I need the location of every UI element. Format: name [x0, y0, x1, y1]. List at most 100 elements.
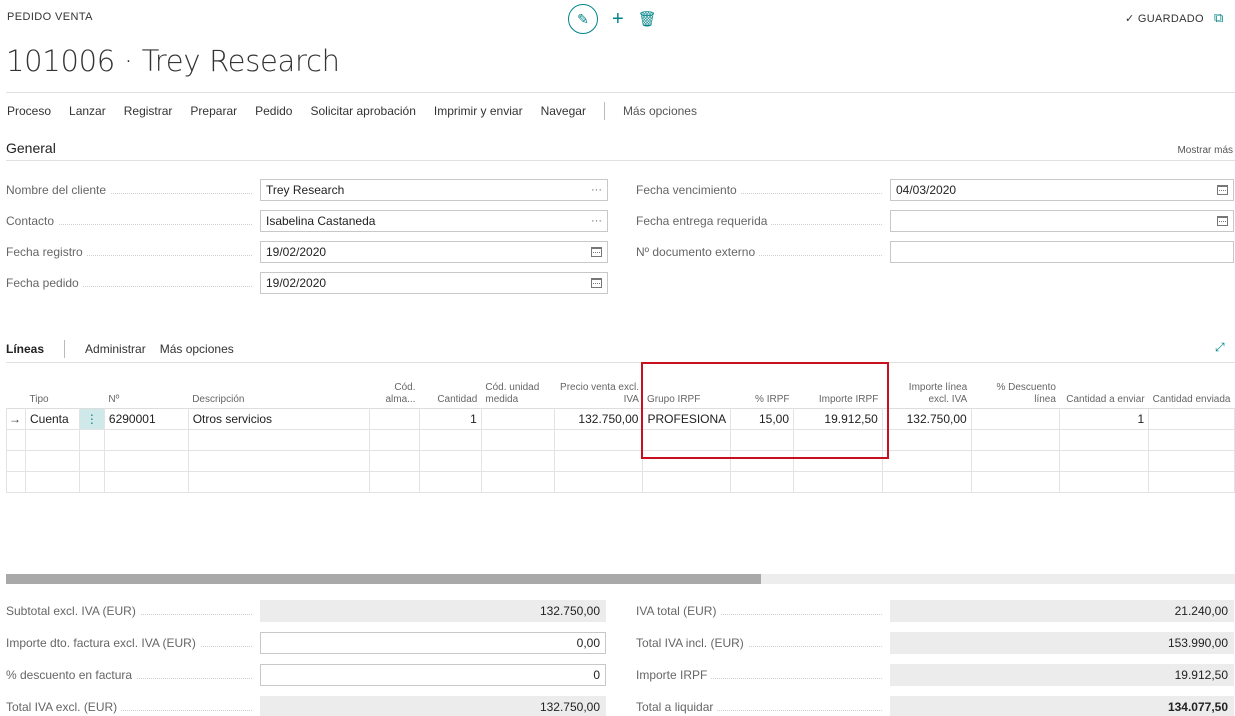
posting-date-input[interactable]: 19/02/2020: [260, 241, 608, 263]
total-importe-irpf: Importe IRPF 19.912,50: [636, 664, 1234, 686]
calendar-icon[interactable]: [1217, 216, 1228, 226]
field-label: Importe dto. factura excl. IVA (EUR): [6, 632, 260, 654]
field-documento-externo: Nº documento externo: [636, 241, 1234, 263]
cell-descripcion[interactable]: Otros servicios: [187, 407, 371, 430]
requested-delivery-date-input[interactable]: [890, 210, 1234, 232]
customer-name-input[interactable]: Trey Research ···: [260, 179, 608, 201]
col-descuento-linea[interactable]: % Descuento línea: [971, 376, 1060, 408]
cell-importe-linea[interactable]: 132.750,00: [881, 407, 972, 430]
lookup-icon[interactable]: ···: [591, 180, 602, 200]
field-label: % descuento en factura: [6, 664, 260, 686]
title-divider: [6, 92, 1235, 93]
horizontal-scrollbar[interactable]: [6, 574, 1235, 584]
lines-divider-line: [6, 362, 1235, 363]
lines-title[interactable]: Líneas: [6, 342, 44, 356]
calendar-icon[interactable]: [591, 278, 602, 288]
action-solicitar-aprobacion[interactable]: Solicitar aprobación: [310, 104, 415, 118]
lookup-icon[interactable]: ···: [591, 211, 602, 231]
total-a-liquidar: Total a liquidar 134.077,50: [636, 696, 1234, 716]
subtotal-value: 132.750,00: [260, 600, 606, 622]
total-excl-vat-value: 132.750,00: [260, 696, 606, 716]
cell-tipo[interactable]: Cuenta: [24, 407, 80, 430]
col-cod-almacen[interactable]: Cód. alma...: [370, 376, 420, 408]
field-fecha-vencimiento: Fecha vencimiento 04/03/2020: [636, 179, 1234, 201]
table-row-empty[interactable]: [6, 428, 1235, 451]
table-row-empty[interactable]: [6, 470, 1235, 493]
cell-cantidad-enviada[interactable]: [1148, 407, 1235, 430]
cell-cod-almacen[interactable]: [369, 407, 420, 430]
vat-total-value: 21.240,00: [890, 600, 1234, 622]
external-document-input[interactable]: [890, 241, 1234, 263]
calendar-icon[interactable]: [1217, 185, 1228, 195]
col-precio-venta[interactable]: Precio venta excl. IVA: [554, 376, 643, 408]
due-date-input[interactable]: 04/03/2020: [890, 179, 1234, 201]
col-importe-linea[interactable]: Importe línea excl. IVA: [882, 376, 971, 408]
col-tipo[interactable]: Tipo: [25, 376, 79, 408]
field-label: Total IVA incl. (EUR): [636, 632, 890, 654]
delete-icon[interactable]: 🗑: [638, 12, 657, 27]
cell-descuento-linea[interactable]: [970, 407, 1061, 430]
table-row-empty[interactable]: [6, 449, 1235, 472]
action-imprimir-y-enviar[interactable]: Imprimir y enviar: [434, 104, 523, 118]
lines-header: Líneas Administrar Más opciones: [6, 340, 248, 358]
contact-input[interactable]: Isabelina Castaneda ···: [260, 210, 608, 232]
field-label: Fecha vencimiento: [636, 179, 890, 201]
cell-precio-venta[interactable]: 132.750,00: [553, 407, 644, 430]
action-preparar[interactable]: Preparar: [190, 104, 237, 118]
saved-status-label: GUARDADO: [1137, 13, 1204, 25]
field-label: Subtotal excl. IVA (EUR): [6, 600, 260, 622]
irpf-amount-value: 19.912,50: [890, 664, 1234, 686]
table-row[interactable]: → Cuenta ⋮ 6290001 Otros servicios 1 132…: [6, 407, 1235, 430]
expand-icon[interactable]: ⤢: [1215, 340, 1225, 355]
open-new-window-icon[interactable]: ⧉: [1214, 10, 1223, 26]
col-arrow: [7, 376, 26, 408]
col-no[interactable]: Nº: [104, 376, 188, 408]
action-proceso[interactable]: Proceso: [7, 104, 51, 118]
action-more-options[interactable]: Más opciones: [623, 104, 697, 118]
cell-cod-unidad[interactable]: [480, 407, 555, 430]
top-actions: ✎ + 🗑: [568, 4, 657, 34]
field-label: Fecha entrega requerida: [636, 210, 890, 232]
general-section-title[interactable]: General: [6, 140, 56, 156]
show-more-link[interactable]: Mostrar más: [1177, 145, 1233, 156]
field-label: Nombre del cliente: [6, 179, 260, 201]
total-pct-descuento: % descuento en factura 0: [6, 664, 606, 686]
total-iva-excl: Total IVA excl. (EUR) 132.750,00: [6, 696, 606, 716]
col-cantidad-enviar[interactable]: Cantidad a enviar: [1060, 376, 1149, 408]
action-pedido[interactable]: Pedido: [255, 104, 292, 118]
field-label: Nº documento externo: [636, 241, 890, 263]
scrollbar-thumb[interactable]: [6, 574, 761, 584]
action-registrar[interactable]: Registrar: [124, 104, 173, 118]
col-cantidad[interactable]: Cantidad: [419, 376, 481, 408]
col-menu: [79, 376, 104, 408]
calendar-icon[interactable]: [591, 247, 602, 257]
document-type: PEDIDO VENTA: [7, 11, 93, 23]
lines-manage[interactable]: Administrar: [85, 342, 146, 356]
order-date-input[interactable]: 19/02/2020: [260, 272, 608, 294]
total-iva-incl: Total IVA incl. (EUR) 153.990,00: [636, 632, 1234, 654]
general-divider: [6, 160, 1235, 161]
col-descripcion[interactable]: Descripción: [188, 376, 369, 408]
row-arrow-icon: →: [6, 407, 26, 430]
field-fecha-pedido: Fecha pedido 19/02/2020: [6, 272, 608, 294]
cell-no[interactable]: 6290001: [103, 407, 189, 430]
field-label: Total IVA excl. (EUR): [6, 696, 260, 716]
add-icon[interactable]: +: [612, 9, 624, 29]
field-label: Fecha registro: [6, 241, 260, 263]
cell-cantidad-enviar[interactable]: 1: [1059, 407, 1150, 430]
action-navegar[interactable]: Navegar: [541, 104, 586, 118]
field-label: IVA total (EUR): [636, 600, 890, 622]
action-bar: Proceso Lanzar Registrar Preparar Pedido…: [7, 102, 715, 120]
action-divider: [603, 102, 605, 120]
action-lanzar[interactable]: Lanzar: [69, 104, 106, 118]
invoice-discount-amount-input[interactable]: 0,00: [260, 632, 606, 654]
irpf-highlight-box: [641, 362, 889, 459]
col-cod-unidad[interactable]: Cód. unidad medida: [481, 376, 554, 408]
saved-status: ✓ GUARDADO: [1125, 13, 1204, 25]
invoice-discount-pct-input[interactable]: 0: [260, 664, 606, 686]
cell-cantidad[interactable]: 1: [418, 407, 482, 430]
col-cantidad-enviada[interactable]: Cantidad enviada: [1149, 376, 1235, 408]
edit-icon[interactable]: ✎: [568, 4, 598, 34]
row-menu-icon[interactable]: ⋮: [78, 407, 105, 430]
lines-more-options[interactable]: Más opciones: [160, 342, 234, 356]
